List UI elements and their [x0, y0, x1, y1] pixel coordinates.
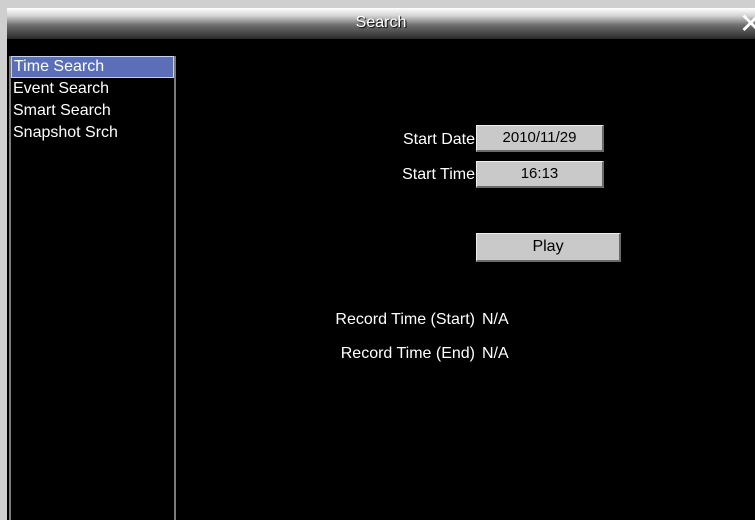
- menu-item-snapshot-search[interactable]: Snapshot Srch: [11, 122, 174, 144]
- menu-item-event-search[interactable]: Event Search: [11, 78, 174, 100]
- title-bar: Search ✕: [7, 8, 755, 39]
- start-date-field[interactable]: 2010/11/29: [476, 125, 604, 152]
- start-time-field[interactable]: 16:13: [476, 161, 604, 188]
- menu-item-time-search[interactable]: Time Search: [11, 56, 174, 78]
- search-menu: Time Search Event Search Smart Search Sn…: [9, 56, 176, 520]
- start-date-label: Start Date: [402, 131, 475, 148]
- play-button[interactable]: Play: [476, 233, 621, 262]
- window-title: Search: [355, 14, 407, 31]
- record-time-end-value: N/A: [482, 345, 509, 362]
- menu-item-smart-search[interactable]: Smart Search: [11, 100, 174, 122]
- time-search-panel: Start Date 2010/11/29 Start Time 16:13 P…: [176, 56, 755, 520]
- search-window: Search ✕ Time Search Event Search Smart …: [7, 8, 755, 520]
- record-time-start-value: N/A: [482, 311, 509, 328]
- start-time-label: Start Time: [402, 166, 475, 183]
- close-icon[interactable]: ✕: [739, 10, 755, 40]
- record-time-start-label: Record Time (Start): [335, 311, 475, 328]
- record-time-end-label: Record Time (End): [340, 345, 475, 362]
